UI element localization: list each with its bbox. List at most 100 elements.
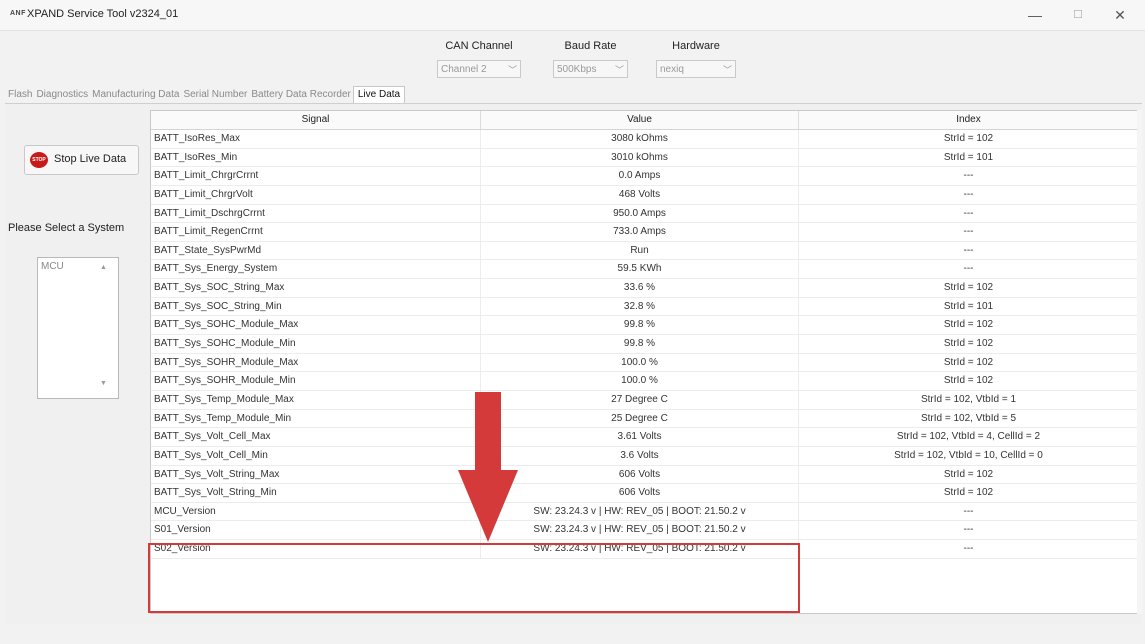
- select-system-label: Please Select a System: [8, 222, 125, 234]
- table-row[interactable]: BATT_Sys_Volt_Cell_Max 3.61 Volts StrId = …: [151, 428, 1139, 447]
- signal-cell: BATT_Sys_Volt_String_Max: [151, 465, 481, 484]
- value-cell: 99.8 %: [481, 316, 799, 335]
- table-row[interactable]: BATT_IsoRes_Min 3010 kOhms StrId = 101: [151, 148, 1139, 168]
- system-item-mcu[interactable]: MCU: [41, 261, 64, 272]
- signal-cell: BATT_Sys_Energy_System: [151, 260, 481, 279]
- value-cell: 606 Volts: [481, 465, 799, 484]
- tab-bar: Flash Diagnostics Manufacturing Data Serial…: [6, 86, 406, 103]
- tab-flash[interactable]: Flash: [6, 87, 34, 103]
- app-logo: ANF: [10, 10, 26, 17]
- live-data-table: Signal Value Index BATT_IsoRes_Max 3080 k…: [150, 110, 1140, 614]
- value-cell: 25 Degree C: [481, 409, 799, 428]
- table-row[interactable]: BATT_Sys_Temp_Module_Min 25 Degree C StrId…: [151, 409, 1139, 429]
- index-cell: StrId = 102, VtbId = 4, CellId = 2: [799, 428, 1139, 447]
- value-cell: 733.0 Amps: [481, 223, 799, 242]
- index-cell: StrId = 102: [799, 130, 1139, 148]
- table-row[interactable]: BATT_Sys_SOC_String_Min 32.8 % StrId = 101: [151, 297, 1139, 317]
- tab-battery-data-recorder[interactable]: Battery Data Recorder: [249, 87, 353, 103]
- signal-cell: BATT_Sys_SOHR_Module_Min: [151, 372, 481, 391]
- hardware-select[interactable]: nexiq ﹀: [656, 60, 736, 78]
- table-row[interactable]: S02_Version SW: 23.24.3 v | HW: REV_05 | …: [151, 540, 1139, 559]
- minimize-button[interactable]: —: [1015, 4, 1055, 26]
- signal-cell: BATT_Sys_Volt_String_Min: [151, 484, 481, 503]
- tab-serial-number[interactable]: Serial Number: [181, 87, 249, 103]
- value-cell: 3.61 Volts: [481, 428, 799, 447]
- table-row[interactable]: S01_Version SW: 23.24.3 v | HW: REV_05 | …: [151, 521, 1139, 541]
- column-header-value[interactable]: Value: [481, 111, 799, 129]
- signal-cell: BATT_IsoRes_Min: [151, 148, 481, 167]
- value-cell: 3010 kOhms: [481, 148, 799, 167]
- index-cell: StrId = 102: [799, 484, 1139, 503]
- table-row[interactable]: BATT_Sys_SOHR_Module_Min 100.0 % StrId = 1…: [151, 372, 1139, 391]
- signal-cell: BATT_IsoRes_Max: [151, 130, 481, 148]
- table-row[interactable]: BATT_Sys_SOC_String_Max 33.6 % StrId = 102: [151, 279, 1139, 298]
- signal-cell: BATT_Limit_ChrgrCrrnt: [151, 167, 481, 186]
- signal-cell: MCU_Version: [151, 502, 481, 521]
- index-cell: StrId = 101: [799, 148, 1139, 167]
- table-row[interactable]: BATT_Sys_SOHC_Module_Max 99.8 % StrId = 10…: [151, 316, 1139, 336]
- maximize-button[interactable]: ☐: [1058, 4, 1098, 26]
- column-header-index[interactable]: Index: [799, 111, 1139, 129]
- table-row[interactable]: BATT_Sys_Temp_Module_Max 27 Degree C StrId…: [151, 390, 1139, 410]
- tab-live-data[interactable]: Live Data: [352, 86, 406, 103]
- index-cell: StrId = 101: [799, 297, 1139, 316]
- scroll-down-icon[interactable]: ▼: [100, 380, 107, 387]
- table-row[interactable]: BATT_IsoRes_Max 3080 kOhms StrId = 102: [151, 130, 1139, 149]
- value-cell: 950.0 Amps: [481, 204, 799, 223]
- table-row[interactable]: BATT_Limit_DschrgCrrnt 950.0 Amps ---: [151, 204, 1139, 224]
- table-row[interactable]: BATT_Sys_Volt_String_Max 606 Volts StrId =…: [151, 465, 1139, 485]
- table-row[interactable]: BATT_Sys_SOHC_Module_Min 99.8 % StrId = 10…: [151, 335, 1139, 354]
- table-row[interactable]: BATT_Sys_SOHR_Module_Max 100.0 % StrId = 1…: [151, 353, 1139, 373]
- value-cell: 33.6 %: [481, 279, 799, 298]
- table-row[interactable]: BATT_Sys_Volt_Cell_Min 3.6 Volts StrId = 1…: [151, 446, 1139, 466]
- table-row[interactable]: BATT_Sys_Energy_System 59.5 KWh ---: [151, 260, 1139, 280]
- value-cell: 468 Volts: [481, 185, 799, 204]
- stop-sign-icon: STOP: [30, 152, 48, 168]
- can-channel-select[interactable]: Channel 2 ﹀: [437, 60, 521, 78]
- hardware-label: Hardware: [672, 40, 720, 52]
- table-row[interactable]: MCU_Version SW: 23.24.3 v | HW: REV_05 | …: [151, 502, 1139, 522]
- stop-live-data-label: Stop Live Data: [54, 153, 127, 165]
- signal-cell: BATT_Sys_SOHC_Module_Max: [151, 316, 481, 335]
- close-button[interactable]: ✕: [1100, 4, 1140, 26]
- index-cell: ---: [799, 167, 1139, 186]
- baud-rate-group: Baud Rate 500Kbps ﹀: [553, 40, 628, 78]
- table-row[interactable]: BATT_Sys_Volt_String_Min 606 Volts StrId =…: [151, 484, 1139, 503]
- value-cell: SW: 23.24.3 v | HW: REV_05 | BOOT: 21.50…: [481, 502, 799, 521]
- value-cell: 100.0 %: [481, 372, 799, 391]
- signal-cell: S01_Version: [151, 521, 481, 540]
- index-cell: ---: [799, 521, 1139, 540]
- value-cell: 59.5 KWh: [481, 260, 799, 279]
- arrow-shaft: [475, 392, 501, 470]
- scroll-up-icon[interactable]: ▲: [100, 264, 107, 271]
- tab-manufacturing-data[interactable]: Manufacturing Data: [90, 87, 181, 103]
- signal-cell: BATT_Limit_ChrgrVolt: [151, 185, 481, 204]
- down-arrow-annotation: [458, 392, 518, 542]
- table-row[interactable]: BATT_Limit_ChrgrCrrnt 0.0 Amps ---: [151, 167, 1139, 186]
- index-cell: StrId = 102, VtbId = 10, CellId = 0: [799, 446, 1139, 465]
- chevron-down-icon: ﹀: [507, 65, 517, 75]
- table-header: Signal Value Index: [151, 111, 1139, 130]
- baud-rate-select[interactable]: 500Kbps ﹀: [553, 60, 628, 78]
- table-row[interactable]: BATT_Limit_RegenCrrnt 733.0 Amps ---: [151, 223, 1139, 242]
- baud-rate-label: Baud Rate: [564, 40, 617, 52]
- value-cell: 606 Volts: [481, 484, 799, 503]
- app-window: ANF XPAND Service Tool v2324_01 — ☐ ✕ CA…: [0, 0, 1145, 644]
- title-bar: ANF XPAND Service Tool v2324_01 — ☐ ✕: [0, 0, 1145, 31]
- index-cell: StrId = 102, VtbId = 5: [799, 409, 1139, 428]
- index-cell: StrId = 102: [799, 316, 1139, 335]
- table-scrollbar[interactable]: [1137, 110, 1142, 614]
- system-listbox[interactable]: MCU: [37, 257, 119, 399]
- index-cell: ---: [799, 185, 1139, 204]
- value-cell: 3.6 Volts: [481, 446, 799, 465]
- value-cell: SW: 23.24.3 v | HW: REV_05 | BOOT: 21.50…: [481, 540, 799, 559]
- column-header-signal[interactable]: Signal: [151, 111, 481, 129]
- table-row[interactable]: BATT_Limit_ChrgrVolt 468 Volts ---: [151, 185, 1139, 205]
- value-cell: 0.0 Amps: [481, 167, 799, 186]
- stop-live-data-button[interactable]: STOP Stop Live Data: [24, 145, 139, 175]
- table-row[interactable]: BATT_State_SysPwrMd Run ---: [151, 241, 1139, 261]
- index-cell: ---: [799, 260, 1139, 279]
- signal-cell: BATT_Sys_SOC_String_Max: [151, 279, 481, 298]
- tab-diagnostics[interactable]: Diagnostics: [34, 87, 90, 103]
- baud-rate-value: 500Kbps: [557, 64, 597, 75]
